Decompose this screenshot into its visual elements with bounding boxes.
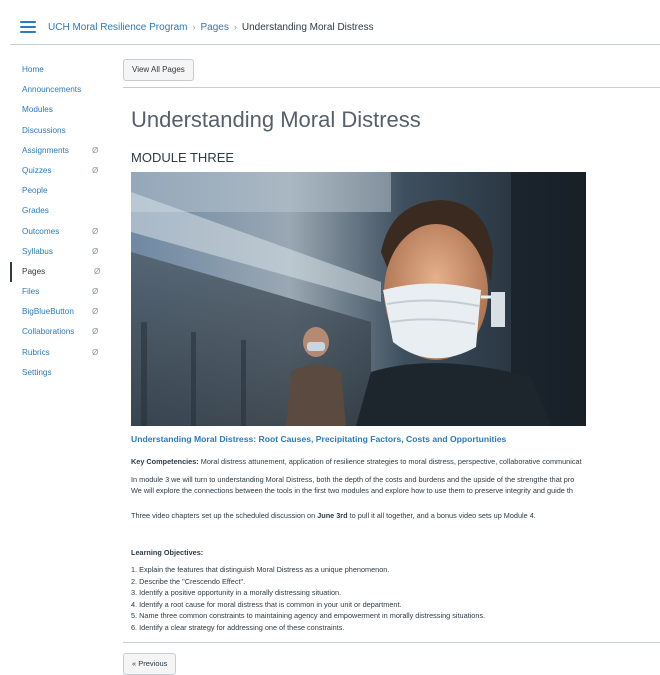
sidebar-item-label: Syllabus: [22, 246, 53, 256]
sidebar-item-people[interactable]: People: [10, 181, 118, 201]
intro-line-1: In module 3 we will turn to understandin…: [131, 475, 575, 484]
sidebar-item-outcomes[interactable]: Outcomes Ø: [10, 222, 118, 242]
top-bar: UCH Moral Resilience Program › Pages › U…: [10, 10, 660, 45]
sidebar-item-label: Quizzes: [22, 165, 52, 175]
learning-objectives-label: Learning Objectives:: [131, 548, 204, 557]
sidebar-item-pages[interactable]: Pages Ø: [10, 261, 118, 283]
sidebar-item-label: BigBlueButton: [22, 307, 74, 317]
hidden-from-students-icon: Ø: [92, 287, 99, 297]
learning-objective-item: 4. Identify a root cause for moral distr…: [131, 599, 402, 609]
hidden-from-students-icon: Ø: [92, 307, 99, 317]
learning-objective-item: 2. Describe the "Crescendo Effect".: [131, 576, 246, 586]
key-competencies-label: Key Competencies:: [131, 457, 199, 466]
hidden-from-students-icon: Ø: [92, 246, 99, 256]
hidden-from-students-icon: Ø: [92, 327, 99, 337]
sidebar-item-home[interactable]: Home: [10, 60, 118, 80]
sidebar-item-label: Pages: [22, 266, 46, 276]
course-nav-sidebar: Home Announcements Modules Discussions Assig…: [10, 60, 118, 383]
sidebar-item-files[interactable]: Files Ø: [10, 282, 118, 302]
hidden-from-students-icon: Ø: [92, 226, 99, 236]
hidden-from-students-icon: Ø: [92, 145, 99, 155]
video-text-before: Three video chapters set up the schedule…: [131, 511, 318, 520]
breadcrumb-pages[interactable]: Pages: [200, 22, 228, 33]
divider: [123, 642, 660, 643]
sidebar-item-quizzes[interactable]: Quizzes Ø: [10, 161, 118, 181]
sidebar-item-label: Outcomes: [22, 226, 60, 236]
sidebar-item-label: Announcements: [22, 85, 82, 95]
learning-objective-item: 3. Identify a positive opportunity in a …: [131, 588, 342, 597]
sidebar-item-label: Modules: [22, 105, 53, 115]
sidebar-item-assignments[interactable]: Assignments Ø: [10, 141, 118, 161]
sidebar-item-label: People: [22, 186, 48, 196]
learning-objective-item: 5. Name three common constraints to main…: [131, 611, 486, 620]
video-text-after: to pull it all together, and a bonus vid…: [347, 511, 536, 520]
sidebar-item-discussions[interactable]: Discussions: [10, 121, 118, 141]
sidebar-item-label: Grades: [22, 206, 49, 216]
module-heading: MODULE THREE: [131, 150, 235, 165]
sidebar-item-label: Settings: [22, 367, 52, 377]
sidebar-item-grades[interactable]: Grades: [10, 201, 118, 221]
sidebar-item-label: Rubrics: [22, 347, 50, 357]
page-title: Understanding Moral Distress: [131, 107, 421, 132]
video-date: June 3rd: [317, 511, 348, 520]
breadcrumb-separator: ›: [233, 22, 237, 32]
breadcrumb-separator: ›: [192, 22, 196, 32]
canvas-frame: UCH Moral Resilience Program › Pages › U…: [10, 10, 660, 675]
section-subheading: Understanding Moral Distress: Root Cause…: [131, 434, 507, 444]
sidebar-item-rubrics[interactable]: Rubrics Ø: [10, 343, 118, 363]
breadcrumb-course[interactable]: UCH Moral Resilience Program: [48, 22, 187, 33]
sidebar-item-label: Collaborations: [22, 327, 75, 337]
hidden-from-students-icon: Ø: [92, 165, 99, 175]
hero-image: [131, 172, 586, 426]
sidebar-item-collaborations[interactable]: Collaborations Ø: [10, 322, 118, 342]
hidden-from-students-icon: Ø: [92, 347, 99, 357]
sidebar-item-label: Assignments: [22, 145, 69, 155]
view-all-pages-button[interactable]: View All Pages: [123, 59, 194, 81]
learning-objectives-list: 1. Explain the features that distinguish…: [131, 564, 485, 633]
intro-paragraph: In module 3 we will turn to understandin…: [131, 474, 660, 496]
sidebar-item-settings[interactable]: Settings: [10, 363, 118, 383]
breadcrumb: UCH Moral Resilience Program › Pages › U…: [48, 22, 374, 33]
divider: [123, 87, 660, 88]
key-competencies-text: Moral distress attunement, application o…: [198, 457, 582, 466]
sidebar-item-label: Discussions: [22, 125, 66, 135]
key-competencies-paragraph: Key Competencies: Moral distress attunem…: [131, 456, 660, 467]
sidebar-item-label: Home: [22, 65, 44, 74]
breadcrumb-current: Understanding Moral Distress: [241, 21, 374, 33]
sidebar-item-label: Files: [22, 287, 40, 297]
hidden-from-students-icon: Ø: [94, 266, 101, 276]
intro-line-2: We will explore the connections between …: [131, 486, 573, 495]
learning-objective-item: 1. Explain the features that distinguish…: [131, 565, 390, 574]
sidebar-item-modules[interactable]: Modules: [10, 100, 118, 120]
video-paragraph: Three video chapters set up the schedule…: [131, 510, 660, 521]
sidebar-item-bigbluebutton[interactable]: BigBlueButton Ø: [10, 302, 118, 322]
hamburger-menu-icon[interactable]: [20, 21, 36, 33]
sidebar-item-syllabus[interactable]: Syllabus Ø: [10, 242, 118, 262]
previous-button[interactable]: « Previous: [123, 653, 177, 675]
learning-objective-item: 6. Identify a clear strategy for address…: [131, 622, 345, 632]
sidebar-item-announcements[interactable]: Announcements: [10, 80, 118, 100]
